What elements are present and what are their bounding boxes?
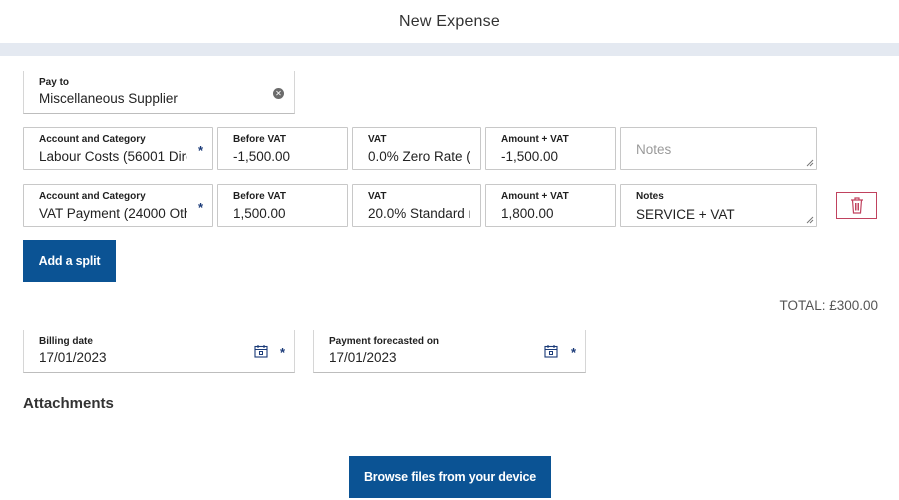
required-marker: * xyxy=(280,345,286,360)
add-split-button[interactable]: Add a split xyxy=(23,240,116,282)
page-header: New Expense xyxy=(0,0,899,43)
split-2-notes-field[interactable]: Notes SERVICE + VAT xyxy=(620,184,817,227)
payment-forecast-value: 17/01/2023 xyxy=(329,350,397,365)
split-2-amount-vat-value: 1,800.00 xyxy=(501,206,554,221)
total-amount: TOTAL: £300.00 xyxy=(779,298,878,313)
billing-date-field[interactable]: Billing date 17/01/2023 * xyxy=(23,330,295,373)
split-1-vat-value: 0.0% Zero Rate (P xyxy=(368,149,470,164)
calendar-icon[interactable] xyxy=(254,344,268,358)
header-divider-band xyxy=(0,43,899,56)
split-1-account-value: Labour Costs (56001 Dire xyxy=(39,149,187,164)
split-1-account-field[interactable]: Account and Category Labour Costs (56001… xyxy=(23,127,213,170)
split-1-notes-placeholder: Notes xyxy=(636,142,672,157)
split-2-account-field[interactable]: Account and Category VAT Payment (24000 … xyxy=(23,184,213,227)
split-1-before-vat-label: Before VAT xyxy=(233,134,286,145)
split-1-before-vat-value: -1,500.00 xyxy=(233,149,291,164)
trash-icon xyxy=(850,197,863,214)
required-marker: * xyxy=(198,143,204,158)
split-1-notes-field[interactable]: Notes xyxy=(620,127,817,170)
split-2-account-label: Account and Category xyxy=(39,191,146,202)
split-2-vat-field[interactable]: VAT 20.0% Standard r xyxy=(352,184,481,227)
split-2-before-vat-value: 1,500.00 xyxy=(233,206,286,221)
clear-circle-icon[interactable]: ✕ xyxy=(273,88,284,99)
pay-to-value: Miscellaneous Supplier xyxy=(39,91,178,106)
split-2-before-vat-label: Before VAT xyxy=(233,191,286,202)
delete-split-button[interactable] xyxy=(836,192,877,219)
split-2-amount-vat-field[interactable]: Amount + VAT 1,800.00 xyxy=(485,184,616,227)
pay-to-label: Pay to xyxy=(39,77,70,88)
required-marker: * xyxy=(198,200,204,215)
split-1-vat-label: VAT xyxy=(368,134,387,145)
payment-forecast-field[interactable]: Payment forecasted on 17/01/2023 * xyxy=(313,330,586,373)
billing-date-value: 17/01/2023 xyxy=(39,350,107,365)
split-2-vat-value: 20.0% Standard r xyxy=(368,206,470,221)
split-1-vat-field[interactable]: VAT 0.0% Zero Rate (P xyxy=(352,127,481,170)
split-2-amount-vat-label: Amount + VAT xyxy=(501,191,569,202)
split-1-account-label: Account and Category xyxy=(39,134,146,145)
resize-handle-icon[interactable] xyxy=(806,159,814,167)
billing-date-label: Billing date xyxy=(39,336,93,347)
page-title: New Expense xyxy=(399,12,500,30)
split-2-before-vat-field[interactable]: Before VAT 1,500.00 xyxy=(217,184,348,227)
split-1-amount-vat-label: Amount + VAT xyxy=(501,134,569,145)
required-marker: * xyxy=(571,345,577,360)
calendar-icon[interactable] xyxy=(544,344,558,358)
split-2-notes-value: SERVICE + VAT xyxy=(636,207,735,222)
split-1-amount-vat-value: -1,500.00 xyxy=(501,149,559,164)
payment-forecast-label: Payment forecasted on xyxy=(329,336,440,347)
attachments-heading: Attachments xyxy=(23,395,114,412)
pay-to-field[interactable]: Pay to Miscellaneous Supplier ✕ xyxy=(23,71,295,114)
split-2-account-value: VAT Payment (24000 Othe xyxy=(39,206,187,221)
split-2-notes-label: Notes xyxy=(636,191,664,202)
browse-files-button[interactable]: Browse files from your device xyxy=(349,456,551,498)
split-1-before-vat-field[interactable]: Before VAT -1,500.00 xyxy=(217,127,348,170)
resize-handle-icon[interactable] xyxy=(806,216,814,224)
split-1-amount-vat-field[interactable]: Amount + VAT -1,500.00 xyxy=(485,127,616,170)
split-2-vat-label: VAT xyxy=(368,191,387,202)
